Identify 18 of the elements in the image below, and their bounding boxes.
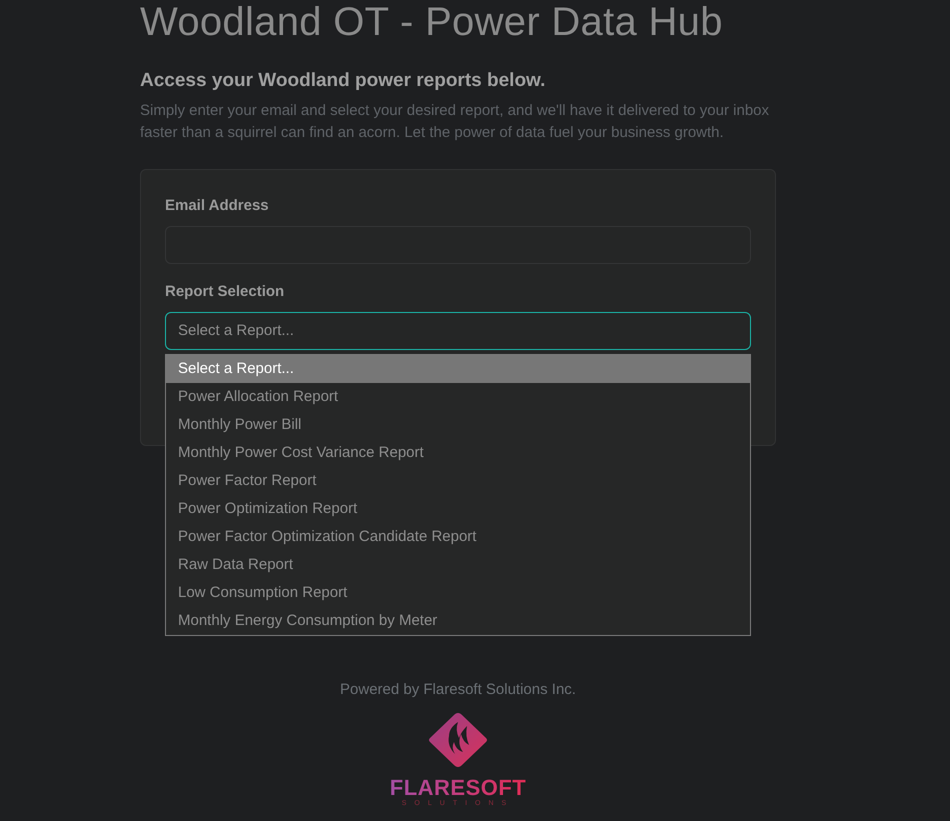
page-title: Woodland OT - Power Data Hub <box>140 0 724 44</box>
report-select[interactable]: Select a Report... <box>165 312 751 350</box>
dropdown-option[interactable]: Power Allocation Report <box>166 383 750 411</box>
footer-credit: Powered by Flaresoft Solutions Inc. <box>340 680 576 700</box>
intro-heading: Access your Woodland power reports below. <box>140 69 546 93</box>
dropdown-option[interactable]: Power Optimization Report <box>166 495 750 523</box>
flame-diamond-logo-icon <box>427 712 489 768</box>
field-label: Email Address <box>165 196 269 216</box>
dropdown-option[interactable]: Power Factor Optimization Candidate Report <box>166 523 750 551</box>
field-label: Report Selection <box>165 282 284 302</box>
dropdown-option[interactable]: Monthly Energy Consumption by Meter <box>166 607 750 635</box>
dropdown-option[interactable]: Power Factor Report <box>166 467 750 495</box>
intro-text: Simply enter your email and select your desired report, and we'll have it delivered to your inbox faster than a squirrel can find an acorn. Let the power of data fuel your business growth. <box>140 101 770 143</box>
dropdown-option[interactable]: Low Consumption Report <box>166 579 750 607</box>
dropdown-option[interactable]: Raw Data Report <box>166 551 750 579</box>
dropdown-option[interactable]: Monthly Power Cost Variance Report <box>166 439 750 467</box>
dropdown-option[interactable]: Select a Report... <box>166 355 750 383</box>
dropdown-option[interactable]: Monthly Power Bill <box>166 411 750 439</box>
